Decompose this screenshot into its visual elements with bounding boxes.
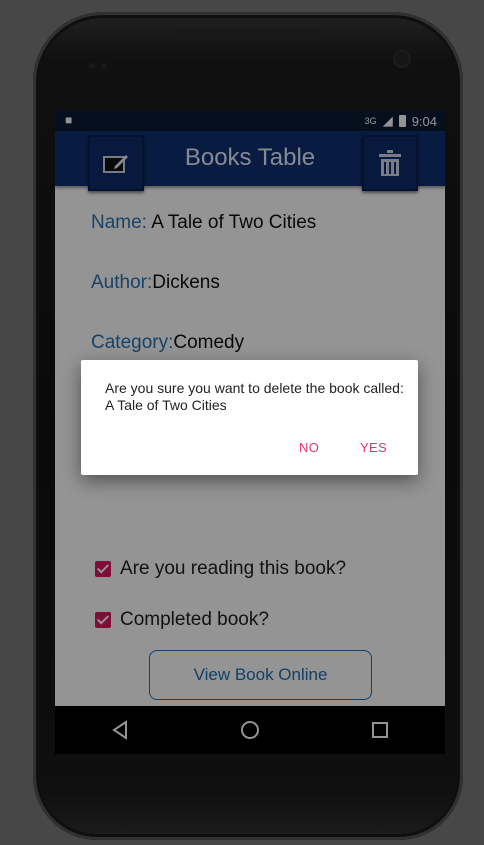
dialog-no-button[interactable]: NO xyxy=(299,440,319,455)
delete-confirmation-dialog: Are you sure you want to delete the book… xyxy=(81,360,418,475)
dialog-yes-button[interactable]: YES xyxy=(360,440,387,455)
dialog-message: Are you sure you want to delete the book… xyxy=(105,380,404,413)
